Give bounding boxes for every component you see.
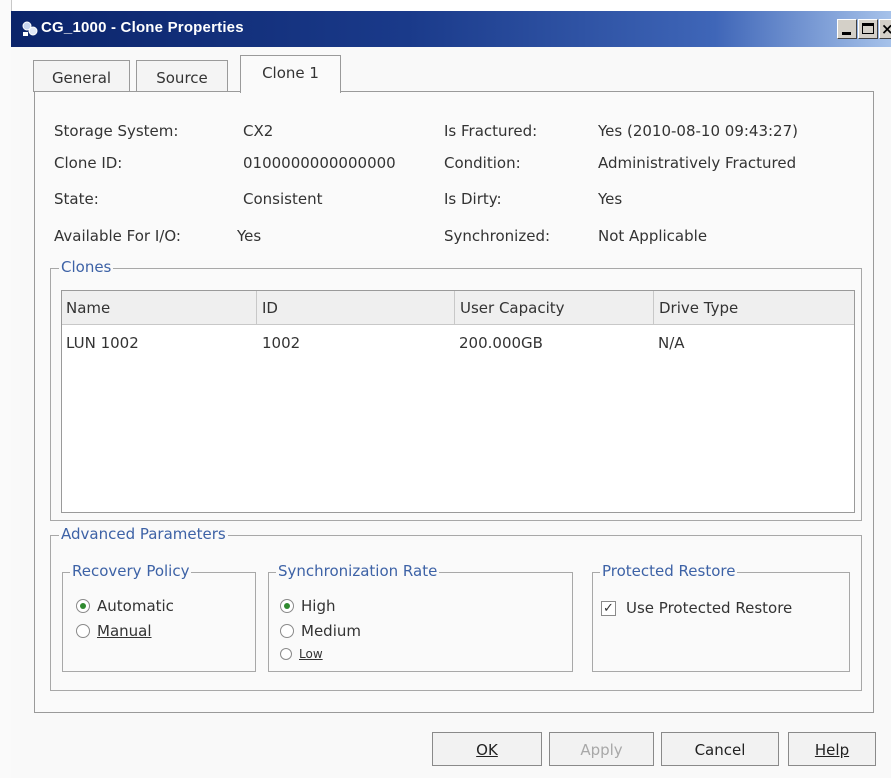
recovery-automatic-option[interactable]: Automatic [76, 595, 174, 617]
sync-rate-legend: Synchronization Rate [276, 562, 440, 580]
condition-value: Administratively Fractured [598, 154, 797, 172]
title-bar[interactable]: CG_1000 - Clone Properties × [11, 11, 891, 47]
cell-id: 1002 [262, 334, 301, 352]
clones-table-header: Name ID User Capacity Drive Type [62, 291, 854, 325]
radio-low[interactable] [280, 648, 292, 660]
tab-label: Clone 1 [262, 64, 319, 82]
protected-restore-group [592, 572, 850, 672]
ok-button[interactable]: OK [432, 732, 542, 766]
tab-general[interactable]: General [33, 60, 130, 92]
use-protected-restore-option[interactable]: ✓ Use Protected Restore [601, 597, 792, 619]
apply-button-label: Apply [580, 741, 623, 759]
apply-button[interactable]: Apply [549, 732, 654, 766]
is-fractured-label: Is Fractured: [444, 122, 538, 140]
ok-button-label: OK [476, 741, 498, 759]
sync-medium-option[interactable]: Medium [280, 620, 361, 642]
radio-label: Medium [301, 622, 361, 640]
use-protected-restore-checkbox[interactable]: ✓ [601, 600, 616, 616]
clones-group-legend: Clones [59, 258, 114, 276]
state-label: State: [54, 190, 99, 208]
tab-clone-1[interactable]: Clone 1 [240, 55, 341, 93]
cell-name: LUN 1002 [66, 334, 139, 352]
available-for-io-label: Available For I/O: [54, 227, 181, 245]
sync-high-option[interactable]: High [280, 595, 335, 617]
is-fractured-value: Yes (2010-08-10 09:43:27) [598, 122, 798, 140]
protected-restore-legend: Protected Restore [600, 562, 738, 580]
clone-id-label: Clone ID: [54, 154, 123, 172]
column-header-drive-type[interactable]: Drive Type [655, 291, 854, 324]
clone-id-value: 0100000000000000 [243, 154, 396, 172]
radio-label: High [301, 597, 336, 615]
radio-manual[interactable] [76, 624, 90, 638]
clone-app-icon [22, 21, 38, 36]
help-button-label: Help [814, 741, 850, 759]
tab-label: Source [156, 69, 208, 87]
radio-label: Manual [97, 622, 152, 640]
available-for-io-value: Yes [237, 227, 262, 245]
cell-user-capacity: 200.000GB [459, 334, 543, 352]
column-header-name[interactable]: Name [62, 291, 257, 324]
tab-source[interactable]: Source [136, 60, 228, 92]
storage-system-label: Storage System: [54, 122, 179, 140]
radio-high[interactable] [280, 599, 294, 613]
cancel-button[interactable]: Cancel [661, 732, 779, 766]
storage-system-value: CX2 [243, 122, 274, 140]
condition-label: Condition: [444, 154, 521, 172]
clones-table[interactable]: Name ID User Capacity Drive Type LUN 100… [61, 290, 855, 513]
is-dirty-label: Is Dirty: [444, 190, 502, 208]
cancel-button-label: Cancel [694, 741, 746, 759]
maximize-icon [862, 23, 874, 34]
advanced-parameters-legend: Advanced Parameters [59, 525, 228, 543]
cell-drive-type: N/A [658, 334, 685, 352]
is-dirty-value: Yes [598, 190, 623, 208]
checkbox-label: Use Protected Restore [626, 599, 793, 617]
maximize-button[interactable] [858, 19, 878, 39]
radio-label: Automatic [97, 597, 174, 615]
minimize-button[interactable] [837, 19, 857, 39]
sync-low-option[interactable]: Low [280, 643, 323, 665]
column-header-user-capacity[interactable]: User Capacity [456, 291, 654, 324]
tab-label: General [51, 69, 112, 87]
radio-label: Low [299, 647, 323, 661]
help-button[interactable]: Help [788, 732, 876, 766]
close-button[interactable]: × [879, 19, 891, 39]
radio-medium[interactable] [280, 624, 294, 638]
close-icon: × [881, 20, 891, 38]
radio-automatic[interactable] [76, 599, 90, 613]
synchronized-value: Not Applicable [598, 227, 708, 245]
recovery-manual-option[interactable]: Manual [76, 620, 152, 642]
minimize-icon [842, 32, 851, 35]
column-header-id[interactable]: ID [258, 291, 455, 324]
state-value: Consistent [243, 190, 323, 208]
window-title: CG_1000 - Clone Properties [41, 19, 244, 36]
synchronized-label: Synchronized: [444, 227, 551, 245]
recovery-policy-legend: Recovery Policy [70, 562, 192, 580]
